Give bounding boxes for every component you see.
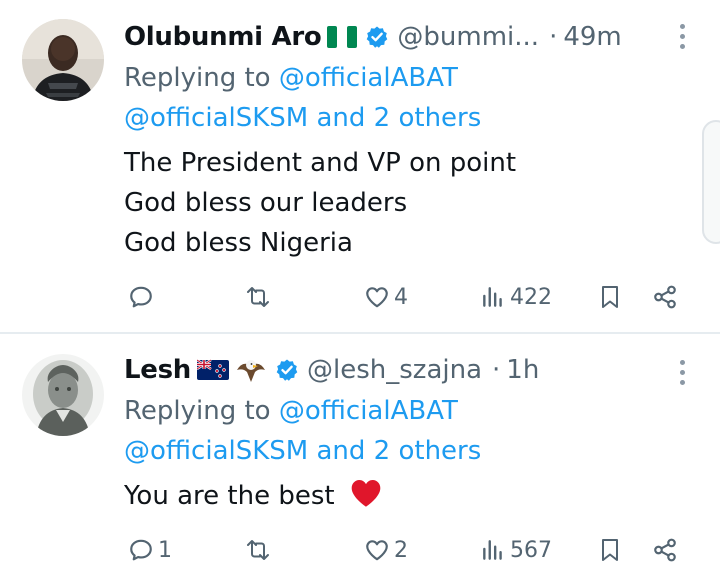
repost-button[interactable] bbox=[244, 530, 272, 570]
bookmark-button[interactable] bbox=[598, 530, 622, 570]
like-button[interactable]: 4 bbox=[364, 277, 408, 317]
tweet-text-line: God bless our leaders bbox=[124, 188, 408, 218]
share-icon bbox=[654, 538, 676, 562]
tweet-text: You are the best bbox=[124, 476, 383, 520]
tweet-header: Lesh @lesh_szajna · 1h bbox=[124, 352, 660, 388]
like-button[interactable]: 2 bbox=[364, 530, 408, 570]
separator-dot: · bbox=[492, 355, 501, 385]
share-button[interactable] bbox=[652, 530, 678, 570]
views-icon bbox=[483, 287, 502, 307]
author-handle[interactable]: @lesh_szajna bbox=[307, 355, 482, 385]
separator-dot: · bbox=[549, 22, 558, 52]
tweet-text-line: The President and VP on point bbox=[124, 148, 517, 178]
eagle-icon bbox=[235, 356, 267, 384]
avatar[interactable] bbox=[22, 354, 104, 436]
more-options-icon[interactable] bbox=[678, 360, 686, 385]
reply-icon bbox=[130, 539, 152, 561]
replying-to: Replying to @officialABAT @officialSKSM … bbox=[124, 391, 481, 471]
author-name[interactable]: Olubunmi Aro bbox=[124, 22, 322, 52]
replying-to-label: Replying to bbox=[124, 63, 271, 93]
tweet-text: The President and VP on point God bless … bbox=[124, 143, 516, 263]
nigeria-flag-icon bbox=[327, 25, 358, 49]
tweet-text-line: You are the best bbox=[124, 481, 335, 511]
timestamp[interactable]: 1h bbox=[506, 355, 539, 385]
tweet-text-line: God bless Nigeria bbox=[124, 228, 353, 258]
heart-icon bbox=[366, 287, 388, 308]
bookmark-icon bbox=[602, 286, 618, 308]
tweet-header: Olubunmi Aro @bummi... · 49m bbox=[124, 19, 660, 55]
repost-icon bbox=[247, 540, 269, 560]
tweet[interactable]: Lesh @lesh_szajna · 1h Replying to @offi… bbox=[0, 334, 720, 580]
tweet[interactable]: Olubunmi Aro @bummi... · 49m Replying to… bbox=[0, 0, 720, 333]
mention-others-link[interactable]: and 2 others bbox=[316, 436, 481, 466]
views-button[interactable]: 567 bbox=[480, 530, 552, 570]
author-handle[interactable]: @bummi... bbox=[397, 22, 539, 52]
tweet-actions: 4 422 bbox=[124, 277, 684, 317]
bookmark-button[interactable] bbox=[598, 277, 622, 317]
replying-to-label: Replying to bbox=[124, 396, 271, 426]
like-count: 2 bbox=[394, 537, 408, 563]
new-zealand-flag-icon bbox=[197, 358, 229, 382]
like-count: 4 bbox=[394, 284, 408, 310]
repost-button[interactable] bbox=[244, 277, 272, 317]
mention-link[interactable]: @officialABAT bbox=[279, 63, 458, 93]
views-count: 567 bbox=[510, 537, 552, 563]
replying-to: Replying to @officialABAT @officialSKSM … bbox=[124, 58, 481, 138]
share-button[interactable] bbox=[652, 277, 678, 317]
timestamp[interactable]: 49m bbox=[563, 22, 621, 52]
views-button[interactable]: 422 bbox=[480, 277, 552, 317]
verified-badge-icon bbox=[365, 25, 389, 49]
side-panel-edge[interactable] bbox=[702, 120, 720, 244]
repost-icon bbox=[247, 287, 269, 307]
red-heart-icon bbox=[349, 478, 383, 520]
more-options-icon[interactable] bbox=[678, 24, 686, 49]
avatar[interactable] bbox=[22, 19, 104, 101]
share-icon bbox=[654, 285, 676, 309]
verified-badge-icon bbox=[275, 358, 299, 382]
views-count: 422 bbox=[510, 284, 552, 310]
reply-count: 1 bbox=[158, 537, 172, 563]
mention-link[interactable]: @officialABAT bbox=[279, 396, 458, 426]
reply-button[interactable] bbox=[128, 277, 158, 317]
reply-button[interactable]: 1 bbox=[128, 530, 172, 570]
tweet-actions: 1 2 567 bbox=[124, 530, 684, 570]
mention-link[interactable]: @officialSKSM bbox=[124, 436, 308, 466]
heart-icon bbox=[366, 540, 388, 561]
mention-others-link[interactable]: and 2 others bbox=[316, 103, 481, 133]
author-name[interactable]: Lesh bbox=[124, 355, 191, 385]
mention-link[interactable]: @officialSKSM bbox=[124, 103, 308, 133]
views-icon bbox=[483, 540, 502, 560]
reply-icon bbox=[130, 286, 152, 308]
bookmark-icon bbox=[602, 539, 618, 561]
